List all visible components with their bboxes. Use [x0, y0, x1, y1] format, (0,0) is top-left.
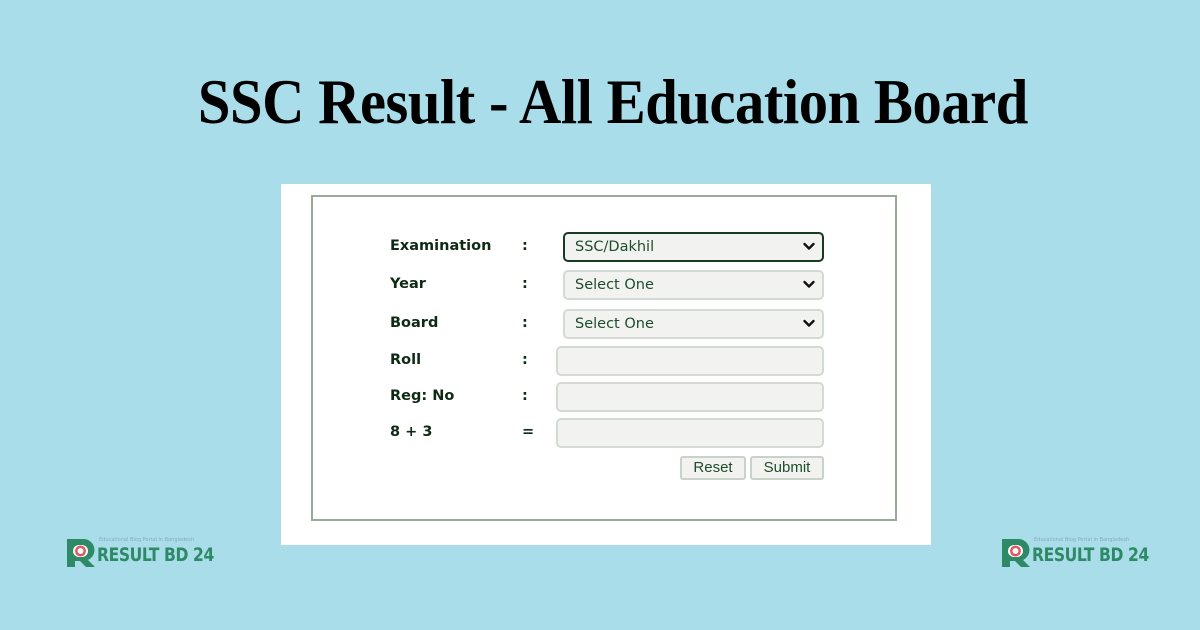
page-title: SSC Result - All Education Board: [197, 67, 1028, 137]
result-form: Examination : SSC/Dakhil Year : Select O…: [311, 195, 897, 521]
board-label: Board: [390, 315, 439, 331]
captcha-label: 8 + 3: [390, 424, 433, 440]
examination-label: Examination: [390, 238, 492, 254]
roll-row: Roll :: [313, 346, 895, 376]
captcha-separator: =: [522, 424, 535, 440]
year-separator: :: [522, 276, 528, 292]
reg-no-row: Reg: No :: [313, 382, 895, 412]
year-select[interactable]: Select One: [563, 270, 824, 300]
examination-select-value: SSC/Dakhil: [575, 239, 655, 255]
form-actions: Reset Submit: [313, 456, 895, 486]
logo-tagline: Educational Blog Portal in Bangladesh: [99, 537, 194, 543]
examination-separator: :: [522, 238, 528, 254]
board-row: Board : Select One: [313, 309, 895, 339]
year-label: Year: [390, 276, 426, 292]
examination-select[interactable]: SSC/Dakhil: [563, 232, 824, 262]
form-card: Examination : SSC/Dakhil Year : Select O…: [281, 184, 931, 545]
roll-separator: :: [522, 352, 528, 368]
roll-input[interactable]: [556, 346, 824, 376]
submit-button[interactable]: Submit: [750, 456, 824, 480]
board-separator: :: [522, 315, 528, 331]
board-select[interactable]: Select One: [563, 309, 824, 339]
reg-no-separator: :: [522, 388, 528, 404]
r-logo-icon: [67, 539, 95, 567]
brand-logo-right: Educational Blog Portal in Bangladesh RE…: [1001, 536, 1149, 570]
brand-logo-left: Educational Blog Portal in Bangladesh RE…: [66, 536, 214, 570]
logo-tagline: Educational Blog Portal in Bangladesh: [1034, 537, 1129, 543]
reg-no-input[interactable]: [556, 382, 824, 412]
year-select-value: Select One: [575, 277, 654, 293]
roll-label: Roll: [390, 352, 422, 368]
chevron-down-icon: [803, 280, 815, 288]
r-logo-icon: [1002, 539, 1030, 567]
logo-brand-text: RESULT BD 24: [97, 544, 214, 566]
year-row: Year : Select One: [313, 270, 895, 300]
chevron-down-icon: [803, 319, 815, 327]
logo-brand-text: RESULT BD 24: [1032, 544, 1149, 566]
captcha-input[interactable]: [556, 418, 824, 448]
examination-row: Examination : SSC/Dakhil: [313, 232, 895, 262]
reset-button[interactable]: Reset: [680, 456, 746, 480]
chevron-down-icon: [803, 242, 815, 250]
reg-no-label: Reg: No: [390, 388, 455, 404]
board-select-value: Select One: [575, 316, 654, 332]
captcha-row: 8 + 3 =: [313, 418, 895, 448]
